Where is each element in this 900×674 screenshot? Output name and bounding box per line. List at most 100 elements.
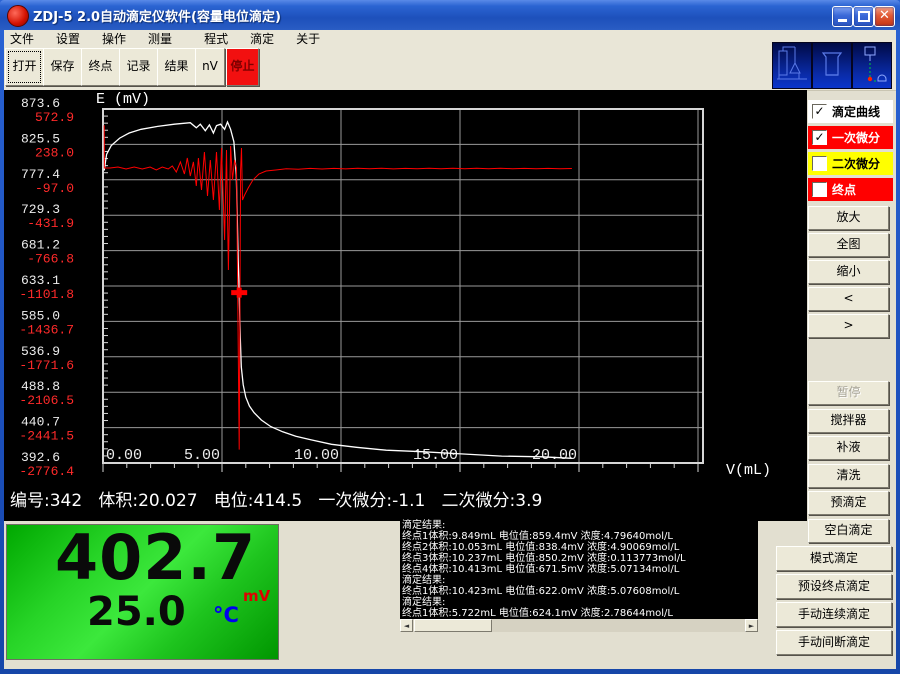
legend-label: 二次微分 xyxy=(832,155,880,172)
console-line: 终点1体积:10.423mL 电位值:622.0mV 浓度:5.07608mol… xyxy=(402,586,758,597)
svg-text:15.00: 15.00 xyxy=(413,447,458,464)
menu-titration[interactable]: 滴定 xyxy=(244,30,280,47)
svg-text:-1436.7: -1436.7 xyxy=(19,322,74,337)
legend-first-derivative[interactable]: ✓ 一次微分 xyxy=(808,126,893,149)
instrument-icon-beaker xyxy=(813,43,851,88)
console-line: 滴定结果: xyxy=(402,575,758,586)
record-button[interactable]: 记录 xyxy=(119,48,158,86)
svg-text:585.0: 585.0 xyxy=(21,308,60,323)
temperature-unit: °C xyxy=(213,603,239,627)
svg-text:10.00: 10.00 xyxy=(294,447,339,464)
refill-button[interactable]: 补液 xyxy=(808,436,889,460)
svg-text:-1101.8: -1101.8 xyxy=(19,287,74,302)
pan-right-button[interactable]: > xyxy=(808,314,889,338)
minimize-button[interactable] xyxy=(832,6,853,27)
clean-button[interactable]: 清洗 xyxy=(808,464,889,488)
zoom-in-button[interactable]: 放大 xyxy=(808,206,889,230)
scroll-left-icon[interactable]: ◄ xyxy=(400,619,413,632)
temperature-value: 25.0 xyxy=(87,589,186,635)
menu-program[interactable]: 程式 xyxy=(198,30,234,47)
checkbox-second-derivative[interactable] xyxy=(812,156,827,171)
checkbox-titration-curve[interactable]: ✓ xyxy=(812,104,827,119)
svg-text:20.00: 20.00 xyxy=(532,447,577,464)
svg-text:488.8: 488.8 xyxy=(21,379,60,394)
console-line: 终点4体积:10.413mL 电位值:671.5mV 浓度:5.07134mol… xyxy=(402,564,758,575)
pan-left-button[interactable]: < xyxy=(808,287,889,311)
console-line: 滴定结果: xyxy=(402,597,758,608)
legend-second-derivative[interactable]: 二次微分 xyxy=(808,152,893,175)
endpoint-button[interactable]: 终点 xyxy=(81,48,120,86)
close-button[interactable]: ✕ xyxy=(874,6,895,27)
svg-text:440.7: 440.7 xyxy=(21,415,60,430)
results-console: 滴定结果: 终点1体积:9.849mL 电位值:859.4mV 浓度:4.796… xyxy=(400,519,758,619)
mode-titration-button[interactable]: 模式滴定 xyxy=(776,546,892,571)
titration-chart: 873.6572.9825.5238.0777.4-97.0729.3-431.… xyxy=(4,90,807,482)
console-line: 终点2体积:10.053mL 电位值:838.4mV 浓度:4.90069mol… xyxy=(402,542,758,553)
console-line: 终点1体积:9.849mL 电位值:859.4mV 浓度:4.79640mol/… xyxy=(402,531,758,542)
legend-label: 一次微分 xyxy=(832,129,880,146)
console-line: 终点1体积:5.722mL 电位值:624.1mV 浓度:2.78644mol/… xyxy=(402,608,758,619)
menu-measure[interactable]: 测量 xyxy=(142,30,178,47)
potential-value: 402.7 xyxy=(55,521,256,594)
svg-text:873.6: 873.6 xyxy=(21,96,60,111)
scrollbar-thumb[interactable] xyxy=(414,619,492,632)
svg-text:-97.0: -97.0 xyxy=(35,181,74,196)
instrument-icon-apparatus xyxy=(773,43,811,88)
potential-unit: mV xyxy=(243,587,270,605)
menu-file[interactable]: 文件 xyxy=(4,30,40,47)
svg-text:572.9: 572.9 xyxy=(35,110,74,125)
maximize-button[interactable] xyxy=(853,6,874,27)
manual-intermittent-titration-button[interactable]: 手动间断滴定 xyxy=(776,630,892,655)
svg-text:-2776.4: -2776.4 xyxy=(19,464,74,479)
menu-operate[interactable]: 操作 xyxy=(96,30,132,47)
checkbox-endpoint[interactable] xyxy=(812,182,827,197)
svg-text:633.1: 633.1 xyxy=(21,273,60,288)
svg-text:392.6: 392.6 xyxy=(21,450,60,465)
instrument-icon-burette xyxy=(853,43,891,88)
legend-label: 终点 xyxy=(832,181,856,198)
menu-about[interactable]: 关于 xyxy=(290,30,326,47)
svg-text:5.00: 5.00 xyxy=(184,447,220,464)
open-button[interactable]: 打开 xyxy=(5,48,44,86)
mv-display-panel: 402.7 mV 25.0 °C xyxy=(6,524,279,660)
zoom-out-button[interactable]: 缩小 xyxy=(808,260,889,284)
scroll-right-icon[interactable]: ► xyxy=(745,619,758,632)
menu-settings[interactable]: 设置 xyxy=(50,30,86,47)
checkbox-first-derivative[interactable]: ✓ xyxy=(812,130,827,145)
app-icon xyxy=(7,5,29,27)
svg-text:681.2: 681.2 xyxy=(21,238,60,253)
manual-continuous-titration-button[interactable]: 手动连续滴定 xyxy=(776,602,892,627)
blank-titration-button[interactable]: 空白滴定 xyxy=(808,519,889,543)
legend-endpoint[interactable]: 终点 xyxy=(808,178,893,201)
console-horizontal-scrollbar[interactable]: ◄ ► xyxy=(400,619,758,632)
svg-text:777.4: 777.4 xyxy=(21,167,60,182)
save-button[interactable]: 保存 xyxy=(43,48,82,86)
svg-text:-431.9: -431.9 xyxy=(27,216,74,231)
pause-button[interactable]: 暂停 xyxy=(808,381,889,405)
svg-text:E (mV): E (mV) xyxy=(96,91,150,108)
preset-endpoint-titration-button[interactable]: 预设终点滴定 xyxy=(776,574,892,599)
mv-button[interactable]: nV xyxy=(195,48,225,86)
stirrer-button[interactable]: 搅拌器 xyxy=(808,409,889,433)
full-view-button[interactable]: 全图 xyxy=(808,233,889,257)
svg-text:V(mL): V(mL) xyxy=(726,462,771,479)
maximize-icon xyxy=(858,11,870,22)
logo-strip xyxy=(772,42,892,89)
stop-button[interactable]: 停止 xyxy=(226,48,259,86)
svg-text:825.5: 825.5 xyxy=(21,131,60,146)
console-line: 终点3体积:10.237mL 电位值:850.2mV 浓度:0.113773mo… xyxy=(402,553,758,564)
menu-bar: 文件 设置 操作 测量 程式 滴定 关于 xyxy=(4,30,896,46)
svg-text:-2441.5: -2441.5 xyxy=(19,429,74,444)
legend-label: 滴定曲线 xyxy=(832,103,880,120)
result-button[interactable]: 结果 xyxy=(157,48,196,86)
application-window: ZDJ-5 2.0自动滴定仪软件(容量电位滴定) ✕ 文件 设置 操作 测量 程… xyxy=(0,0,900,674)
svg-text:-2106.5: -2106.5 xyxy=(19,393,74,408)
title-bar[interactable]: ZDJ-5 2.0自动滴定仪软件(容量电位滴定) ✕ xyxy=(0,0,900,30)
legend-titration-curve[interactable]: ✓ 滴定曲线 xyxy=(808,100,893,123)
svg-text:0.00: 0.00 xyxy=(106,447,142,464)
svg-text:-766.8: -766.8 xyxy=(27,252,74,267)
svg-text:-1771.6: -1771.6 xyxy=(19,358,74,373)
pre-titration-button[interactable]: 预滴定 xyxy=(808,491,889,515)
minimize-icon xyxy=(838,19,847,22)
status-readout: 编号:342 体积:20.027 电位:414.5 一次微分:-1.1 二次微分… xyxy=(10,486,542,511)
